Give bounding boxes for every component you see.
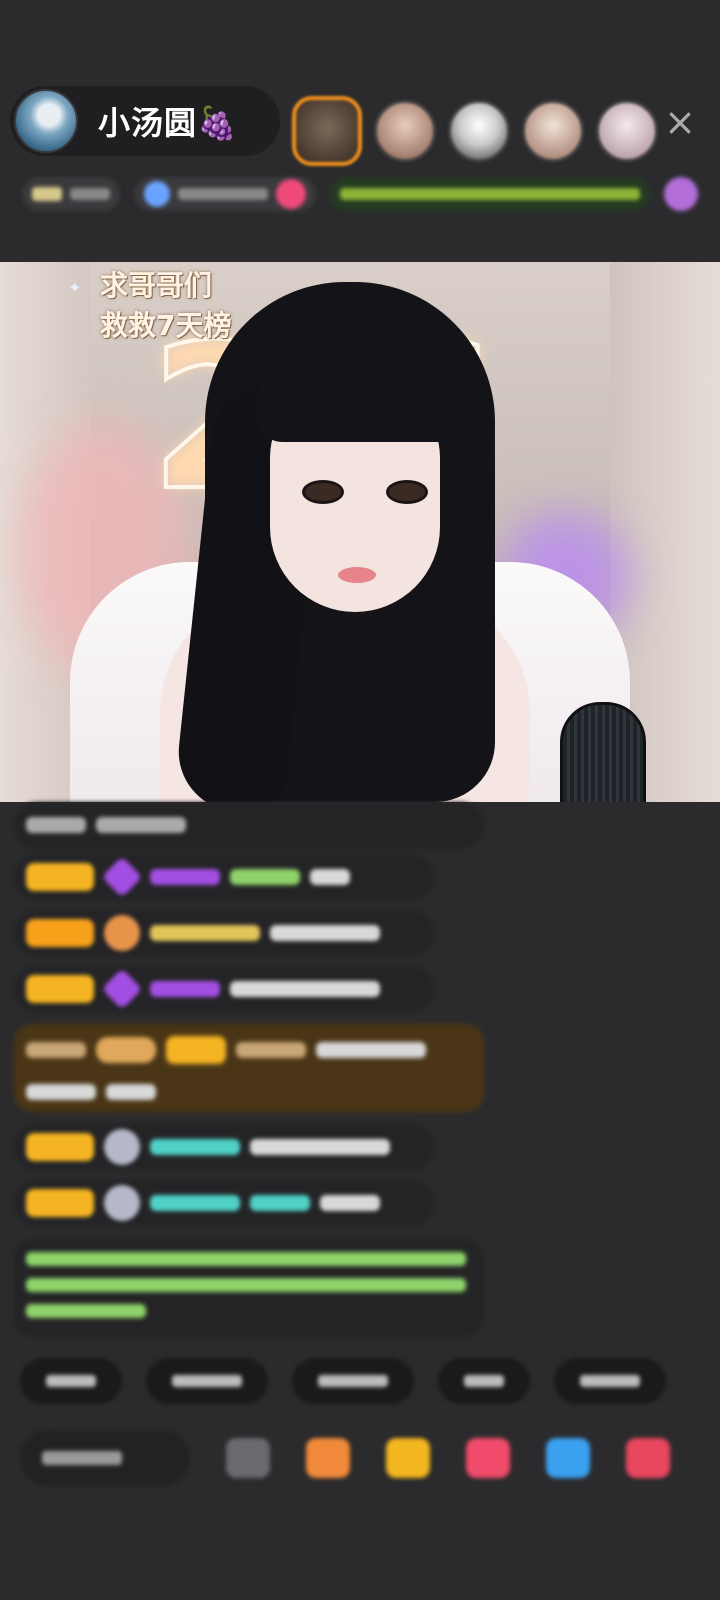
microphone xyxy=(560,702,646,802)
notice-line xyxy=(26,1252,466,1266)
chat-text xyxy=(96,817,186,833)
chat-text xyxy=(320,1195,380,1211)
chat-nickname[interactable] xyxy=(250,1195,310,1211)
chat-message[interactable] xyxy=(14,910,434,956)
chat-message[interactable] xyxy=(14,966,434,1012)
chat-text xyxy=(250,1139,390,1155)
gift-box-icon[interactable] xyxy=(306,1438,350,1478)
chat-nickname[interactable] xyxy=(150,1195,240,1211)
room-tags-chip[interactable] xyxy=(134,177,316,211)
fan-badge xyxy=(166,1036,226,1064)
overlay-line: 求哥哥们 xyxy=(100,269,213,302)
hour-rank-chip[interactable] xyxy=(22,177,120,211)
announcement-chip[interactable] xyxy=(330,177,650,211)
quick-reply-chip[interactable] xyxy=(146,1358,268,1404)
stream-overlay-text: 求哥哥们 救救7天榜 xyxy=(100,266,231,346)
game-icon[interactable] xyxy=(546,1438,590,1478)
gift-badge xyxy=(96,1037,156,1063)
host-name: 小汤圆🍇 xyxy=(98,104,238,142)
quick-reply-chip[interactable] xyxy=(554,1358,666,1404)
quick-reply-chip[interactable] xyxy=(438,1358,530,1404)
chat-nickname[interactable] xyxy=(230,869,300,885)
avatar xyxy=(104,1185,140,1221)
avatar xyxy=(104,915,140,951)
chat-nickname[interactable] xyxy=(236,1042,306,1058)
activity-icon[interactable] xyxy=(466,1438,510,1478)
sparkle-icon: ✦ xyxy=(68,278,82,297)
chat-text xyxy=(270,925,380,941)
viewer-avatar[interactable] xyxy=(374,100,436,162)
chat-message[interactable] xyxy=(14,802,484,848)
chat-text xyxy=(316,1042,426,1058)
chat-input[interactable] xyxy=(20,1430,190,1486)
room-info-row xyxy=(22,172,698,216)
chat-text xyxy=(106,1084,156,1100)
emoji-icon[interactable] xyxy=(226,1438,270,1478)
overlay-line: 救救7天榜 xyxy=(100,309,232,342)
chat-text xyxy=(230,981,380,997)
viewer-avatar[interactable] xyxy=(448,100,510,162)
gift-label xyxy=(26,1042,86,1058)
streamer-eye xyxy=(302,480,344,504)
system-notice xyxy=(14,1240,484,1336)
chat-nickname[interactable] xyxy=(150,869,220,885)
gem-icon xyxy=(101,856,143,898)
viewer-avatar[interactable] xyxy=(522,100,584,162)
gem-icon xyxy=(101,968,143,1010)
chat-nickname[interactable] xyxy=(150,1139,240,1155)
chat-message[interactable] xyxy=(14,1180,434,1226)
quick-reply-chip[interactable] xyxy=(20,1358,122,1404)
quick-reply-chip[interactable] xyxy=(292,1358,414,1404)
chat-text xyxy=(26,817,86,833)
event-icon[interactable] xyxy=(664,177,698,211)
quick-reply-row xyxy=(20,1358,666,1404)
close-icon[interactable]: × xyxy=(660,102,700,142)
live-video[interactable]: 2 6 ✦ 求哥哥们 救救7天榜 xyxy=(0,262,720,802)
viewer-avatar[interactable] xyxy=(292,96,362,166)
chat-message[interactable] xyxy=(14,854,434,900)
host-profile-pill[interactable]: 小汤圆🍇 xyxy=(10,86,280,156)
chat-text xyxy=(26,1084,96,1100)
fan-badge xyxy=(26,975,94,1003)
top-viewers-list xyxy=(292,96,658,166)
treasure-icon[interactable] xyxy=(386,1438,430,1478)
chat-message[interactable] xyxy=(14,1124,434,1170)
bottom-toolbar xyxy=(20,1428,710,1488)
notice-line xyxy=(26,1304,146,1318)
chat-nickname[interactable] xyxy=(150,981,220,997)
fan-badge xyxy=(26,863,94,891)
streamer-eye xyxy=(386,480,428,504)
gift-message[interactable] xyxy=(14,1024,484,1112)
chat-text xyxy=(310,869,350,885)
fan-badge xyxy=(26,919,94,947)
chat-nickname[interactable] xyxy=(150,925,260,941)
streamer-lips xyxy=(338,567,376,583)
fan-badge xyxy=(26,1189,94,1217)
fan-badge xyxy=(26,1133,94,1161)
avatar xyxy=(104,1129,140,1165)
gift-icon[interactable] xyxy=(626,1438,670,1478)
viewer-avatar[interactable] xyxy=(596,100,658,162)
host-avatar[interactable] xyxy=(14,89,78,153)
notice-line xyxy=(26,1278,466,1292)
